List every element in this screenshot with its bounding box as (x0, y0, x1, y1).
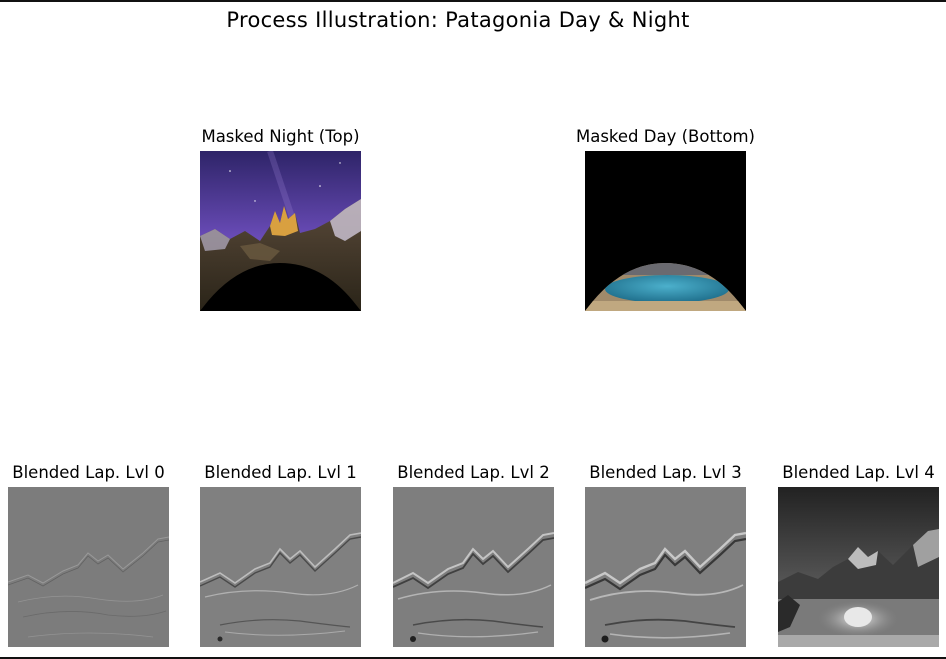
laplacian-level-3-image (585, 487, 746, 647)
panel-title: Masked Night (Top) (201, 127, 360, 146)
figure-title: Process Illustration: Patagonia Day & Ni… (226, 8, 690, 32)
laplacian-level-0-image (8, 487, 169, 647)
figure-top-border (0, 0, 946, 2)
laplacian-level-1-image (200, 487, 361, 647)
laplacian-level-2-image (393, 487, 554, 647)
panel-title: Blended Lap. Lvl 4 (782, 463, 935, 482)
masked-night-image (200, 151, 361, 311)
laplacian-level-4-image (778, 487, 939, 647)
panel-title: Masked Day (Bottom) (575, 127, 755, 146)
masked-day-image (585, 151, 746, 311)
